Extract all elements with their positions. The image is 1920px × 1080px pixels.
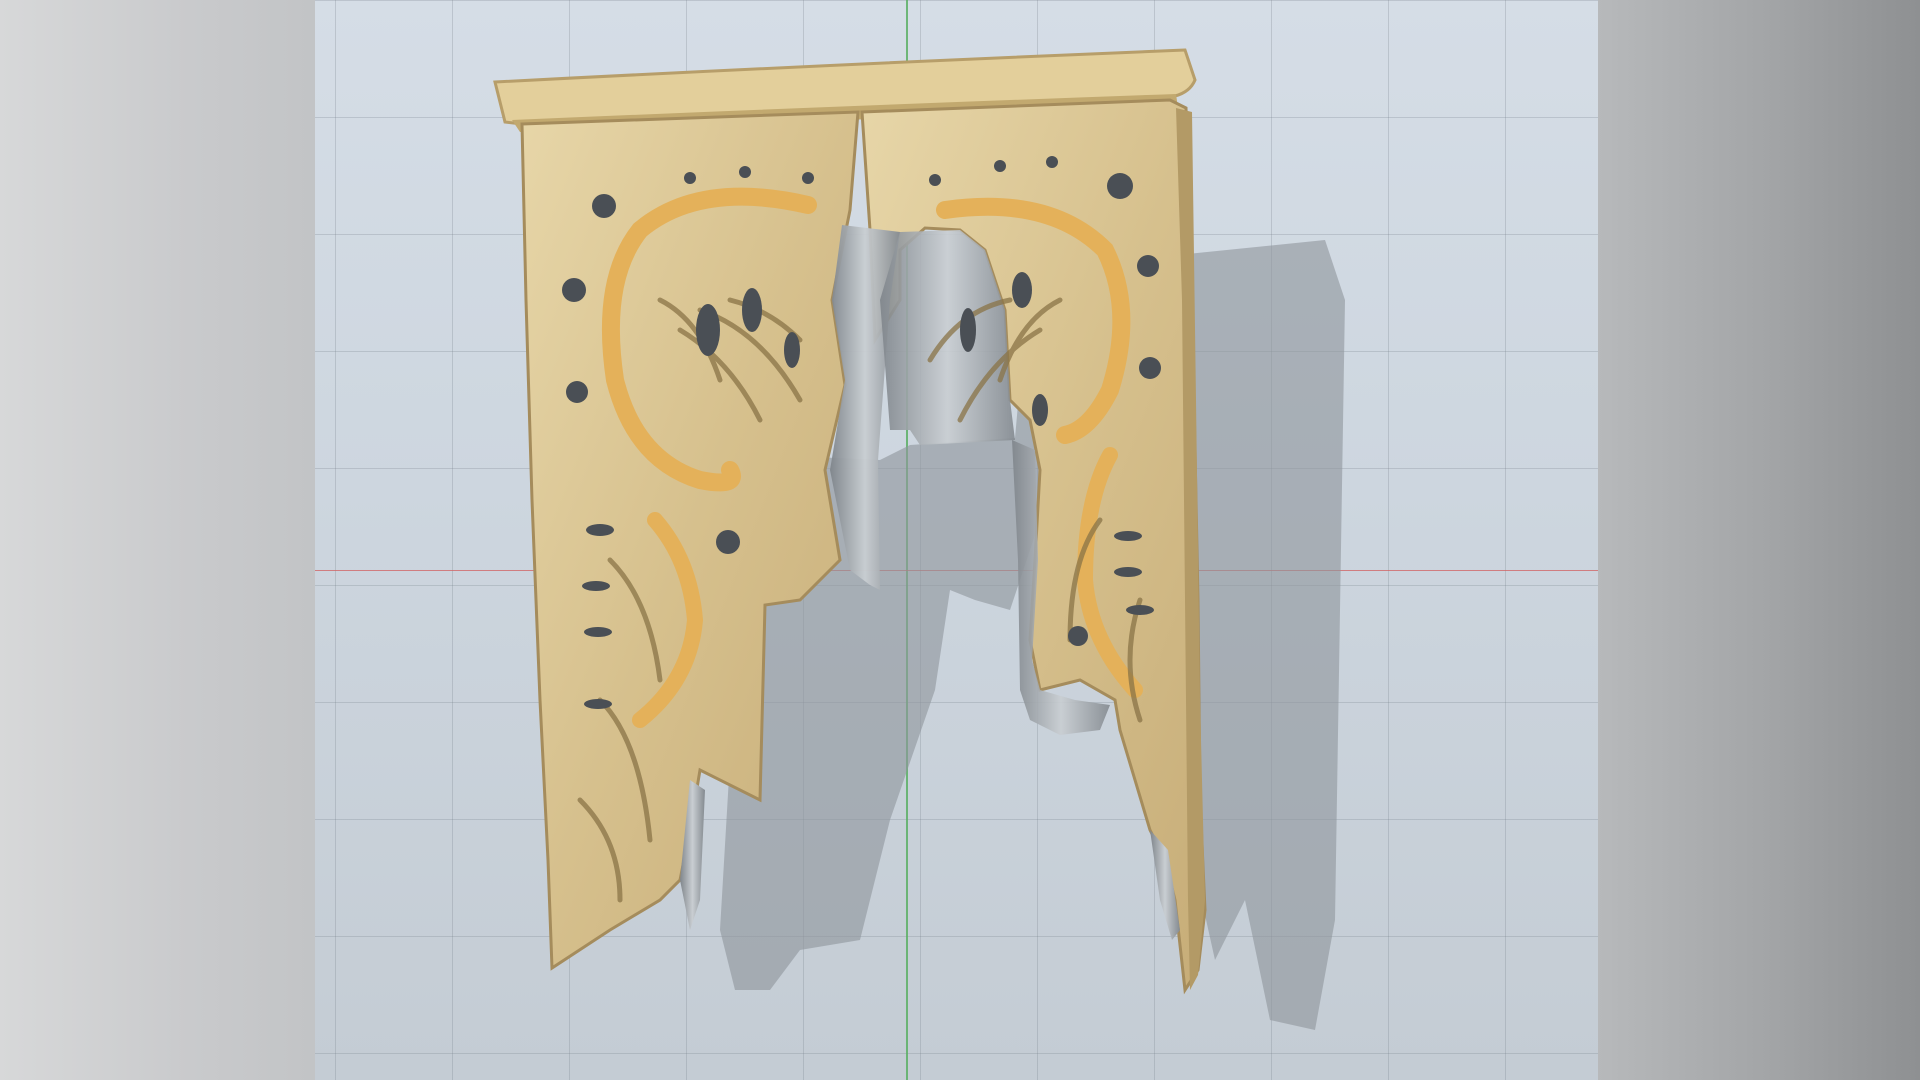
- carved-bracket-model[interactable]: [0, 0, 1920, 1080]
- 3d-viewport[interactable]: [0, 0, 1920, 1080]
